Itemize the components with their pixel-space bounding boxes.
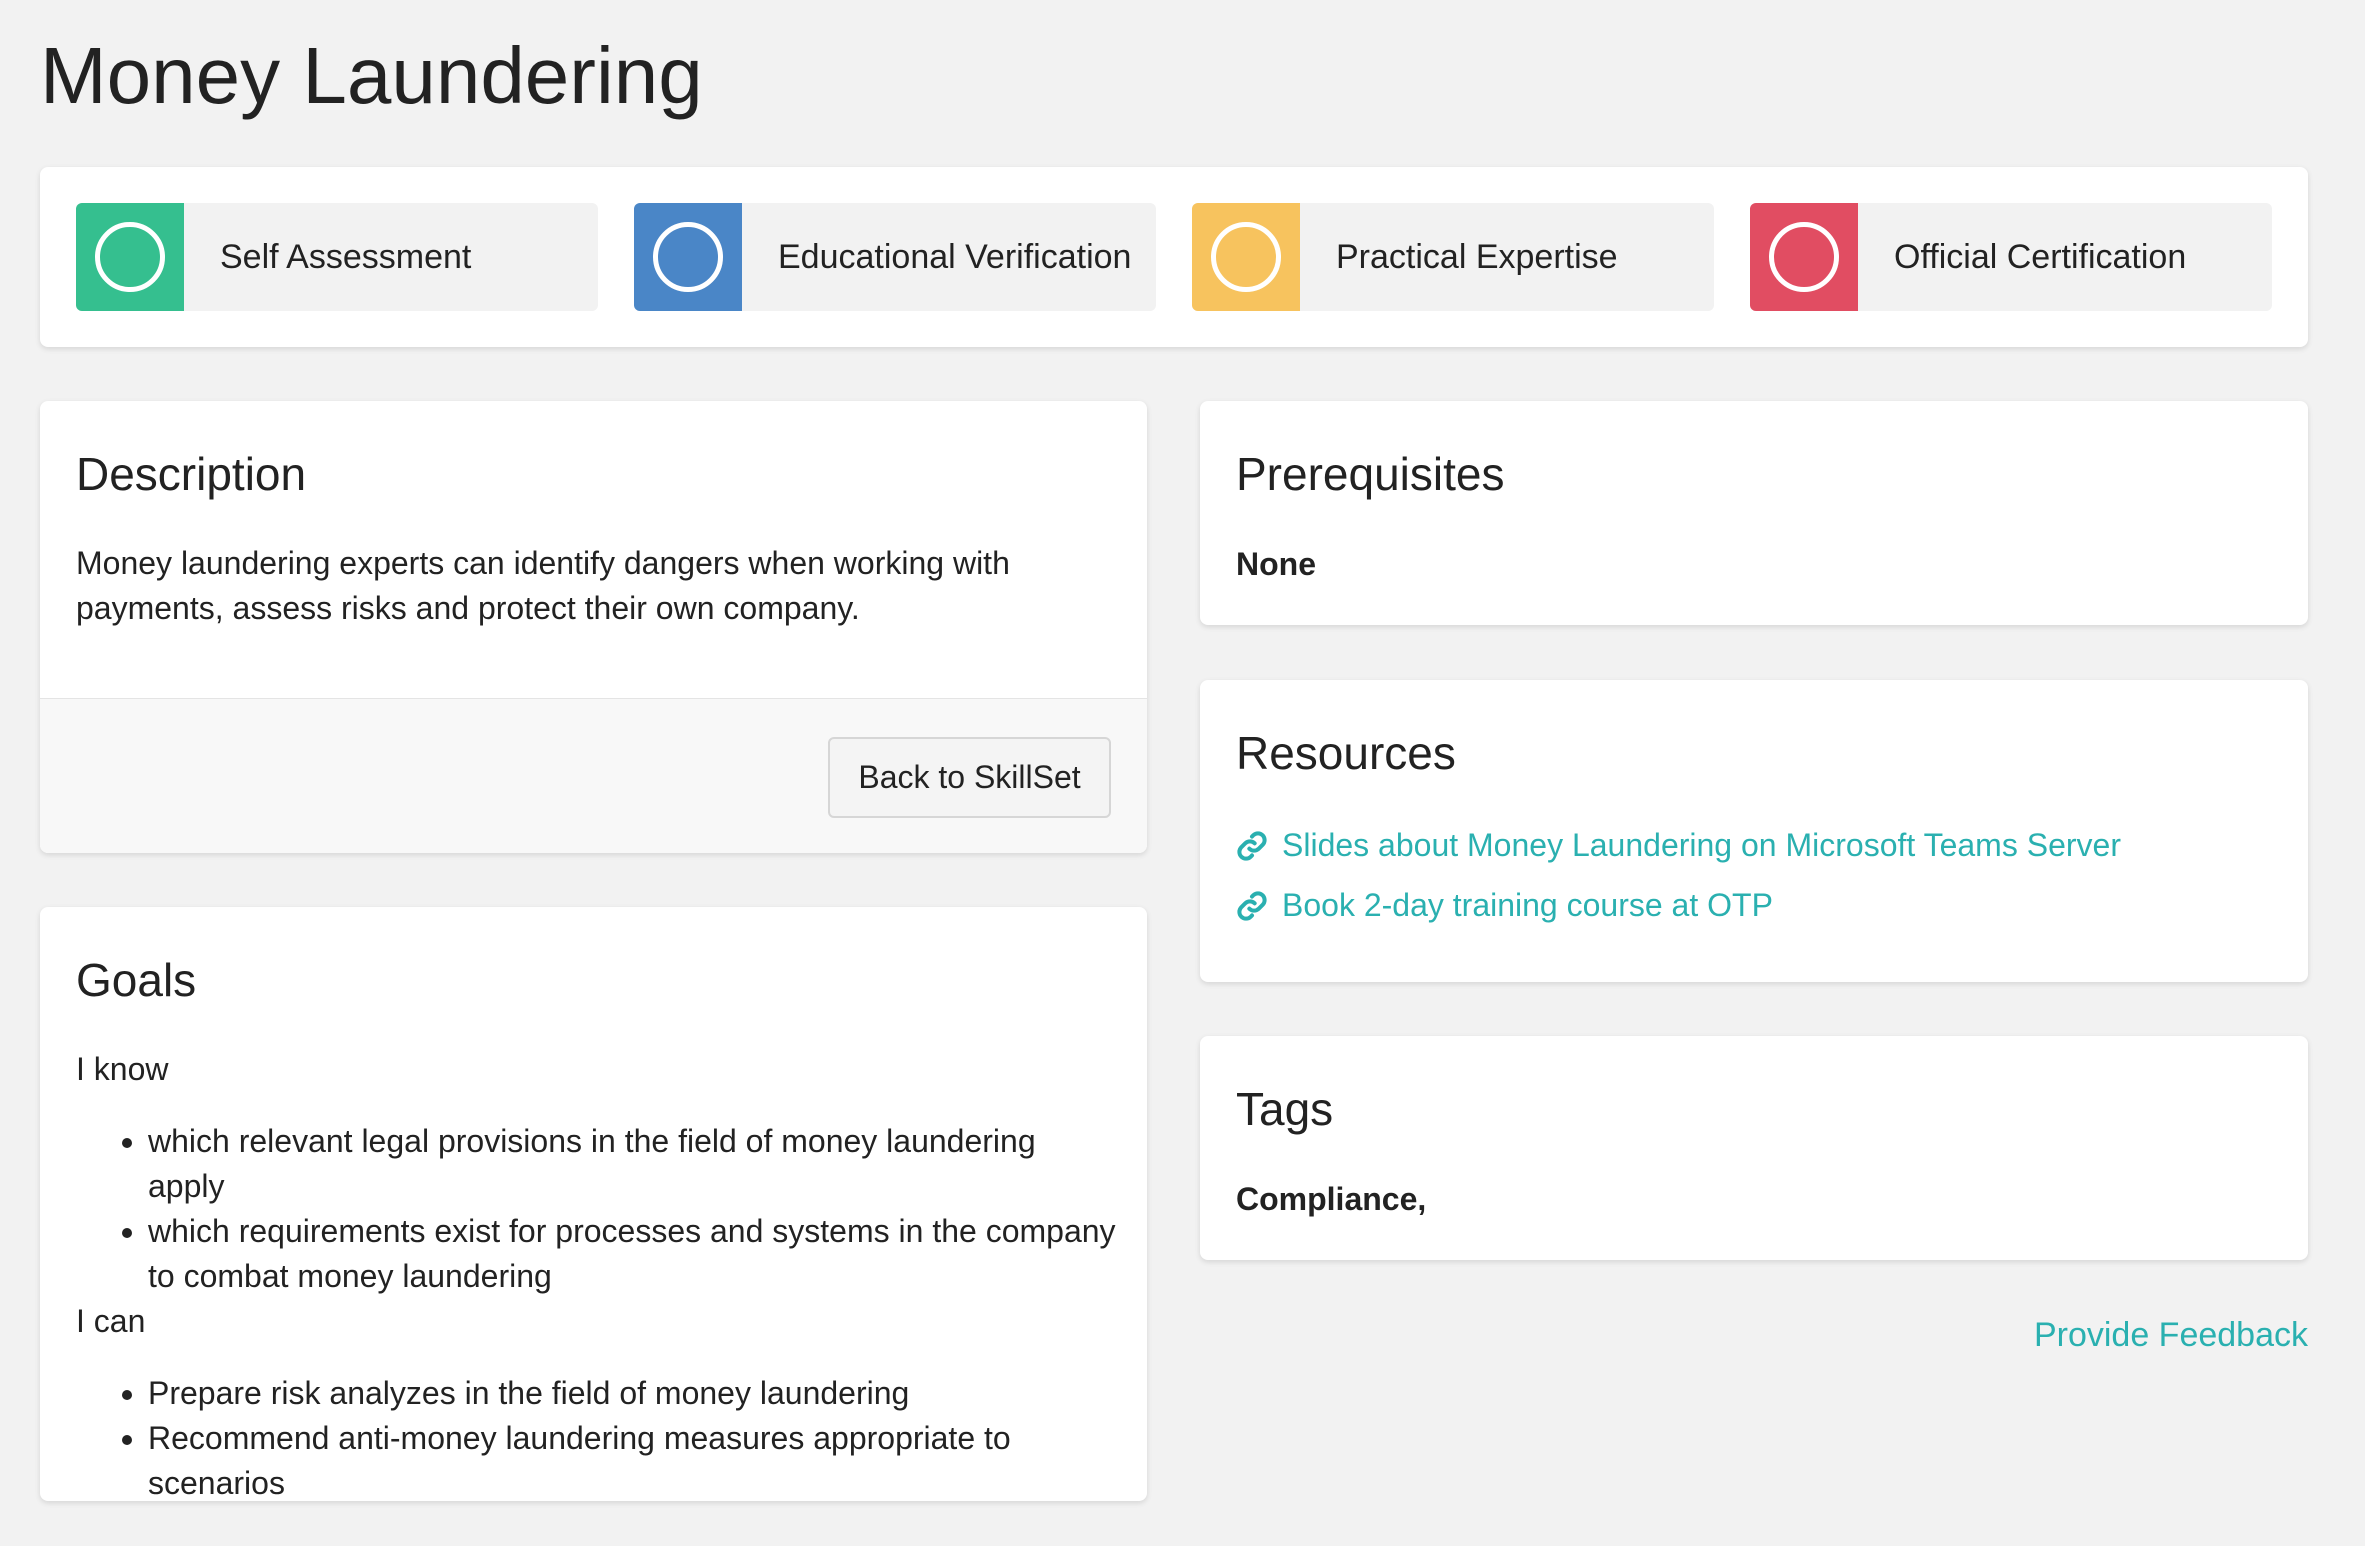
status-label: Practical Expertise — [1336, 238, 1618, 276]
back-to-skillset-button[interactable]: Back to SkillSet — [828, 737, 1111, 818]
resource-link-label: Slides about Money Laundering on Microso… — [1282, 827, 2121, 863]
description-footer: Back to SkillSet — [40, 698, 1147, 853]
prerequisites-value: None — [1236, 546, 1316, 582]
status-label: Educational Verification — [778, 238, 1132, 276]
status-label: Official Certification — [1894, 238, 2187, 276]
list-item: Prepare risk analyzes in the field of mo… — [148, 1371, 1116, 1416]
list-item: Recommend anti-money laundering measures… — [148, 1416, 1116, 1506]
resources-heading: Resources — [1236, 727, 1456, 779]
status-educational-verification[interactable]: Educational Verification — [634, 203, 1156, 311]
description-heading: Description — [76, 448, 307, 500]
circle-outline-icon — [634, 203, 742, 311]
page-title: Money Laundering — [40, 31, 703, 120]
status-practical-expertise[interactable]: Practical Expertise — [1192, 203, 1714, 311]
circle-outline-icon — [1192, 203, 1300, 311]
description-card: Description Money laundering experts can… — [40, 401, 1147, 853]
tags-heading: Tags — [1236, 1083, 1334, 1135]
status-card: Self Assessment Educational Verification… — [40, 167, 2308, 347]
list-item: which relevant legal provisions in the f… — [148, 1119, 1116, 1209]
goals-body: I know which relevant legal provisions i… — [76, 1047, 1116, 1506]
description-text: Money laundering experts can identify da… — [76, 545, 1010, 626]
provide-feedback-link[interactable]: Provide Feedback — [2034, 1316, 2308, 1355]
prerequisites-heading: Prerequisites — [1236, 448, 1505, 500]
goals-can-label: I can — [76, 1303, 146, 1339]
status-label: Self Assessment — [220, 238, 472, 276]
goals-can-list: Prepare risk analyzes in the field of mo… — [76, 1371, 1116, 1506]
status-official-certification[interactable]: Official Certification — [1750, 203, 2272, 311]
resource-link-slides[interactable]: Slides about Money Laundering on Microso… — [1236, 823, 2121, 868]
prerequisites-card: Prerequisites None — [1200, 401, 2308, 625]
goals-know-list: which relevant legal provisions in the f… — [76, 1119, 1116, 1299]
tags-card: Tags Compliance, — [1200, 1036, 2308, 1260]
goals-know-label: I know — [76, 1051, 169, 1087]
link-icon — [1237, 890, 1267, 921]
status-self-assessment[interactable]: Self Assessment — [76, 203, 598, 311]
resources-card: Resources Slides about Money Laundering … — [1200, 680, 2308, 982]
goals-heading: Goals — [76, 954, 197, 1006]
link-icon — [1237, 830, 1267, 861]
tags-value: Compliance, — [1236, 1181, 1427, 1217]
resource-link-label: Book 2-day training course at OTP — [1282, 887, 1773, 923]
list-item: which requirements exist for processes a… — [148, 1209, 1116, 1299]
goals-card: Goals I know which relevant legal provis… — [40, 907, 1147, 1501]
circle-outline-icon — [1750, 203, 1858, 311]
resource-link-training[interactable]: Book 2-day training course at OTP — [1236, 883, 1773, 928]
circle-outline-icon — [76, 203, 184, 311]
